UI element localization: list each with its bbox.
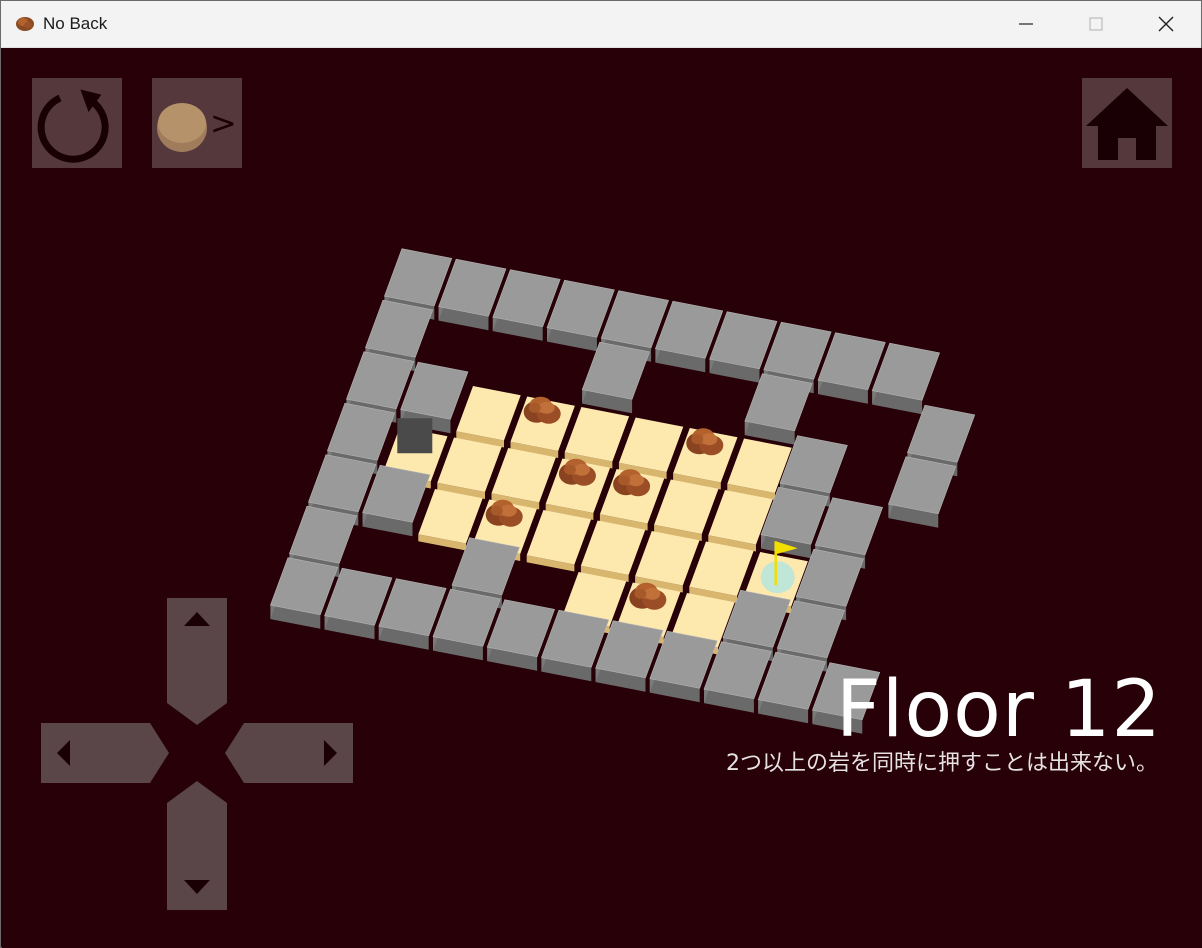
wall-block — [581, 341, 650, 400]
wall-block — [757, 651, 826, 710]
dpad-down-button[interactable] — [167, 781, 227, 910]
wall-block — [486, 599, 555, 658]
title-bar: No Back — [1, 1, 1201, 48]
floor-tile — [491, 447, 556, 503]
floor-tile — [618, 417, 684, 473]
game-viewport[interactable]: > Floor 12 2つ以上の岩を同時に押すことは出来ない。 — [2, 48, 1202, 948]
wall-block — [709, 311, 778, 370]
app-window: No Back > Floor 12 2つ以上の岩を同時に押すことは出来ない。 — [0, 0, 1202, 948]
floor-tile — [564, 406, 630, 462]
wall-block — [492, 269, 561, 328]
minimize-icon — [1019, 23, 1033, 25]
wall-block — [871, 342, 940, 401]
floor-tile — [418, 488, 483, 544]
floor-tile — [654, 479, 719, 535]
wall-block — [541, 609, 610, 668]
dpad — [41, 598, 353, 910]
player — [397, 418, 433, 454]
wall-block — [888, 456, 957, 515]
floor-tile — [456, 385, 521, 441]
wall-block — [817, 332, 886, 391]
close-button[interactable] — [1131, 1, 1201, 47]
wall-block — [400, 361, 469, 420]
wall-block — [546, 279, 615, 338]
floor-tile — [689, 541, 754, 597]
dpad-up-button[interactable] — [167, 598, 227, 725]
wall-block — [779, 435, 848, 494]
wall-block — [432, 588, 501, 647]
wall-block — [814, 497, 883, 556]
wall-block — [763, 321, 832, 380]
floor-title: Floor 12 — [835, 665, 1162, 755]
close-icon — [1158, 16, 1174, 32]
maximize-button[interactable] — [1061, 1, 1131, 47]
minimize-button[interactable] — [991, 1, 1061, 47]
wall-block — [655, 300, 724, 359]
window-title: No Back — [43, 14, 108, 33]
floor-tile — [526, 509, 592, 565]
wall-block — [795, 548, 864, 607]
dpad-left-button[interactable] — [41, 723, 169, 783]
wall-block — [907, 404, 976, 463]
wall-block — [600, 290, 669, 349]
level-hint: 2つ以上の岩を同時に押すことは出来ない。 — [726, 751, 1158, 776]
dpad-right-button[interactable] — [225, 723, 353, 783]
wall-block — [438, 258, 507, 317]
floor-tile — [580, 520, 646, 576]
floor-tile — [437, 437, 502, 493]
wall-block — [744, 373, 813, 432]
rock-icon — [16, 17, 34, 31]
floor-tile — [635, 530, 700, 586]
maximize-icon — [1089, 17, 1103, 31]
